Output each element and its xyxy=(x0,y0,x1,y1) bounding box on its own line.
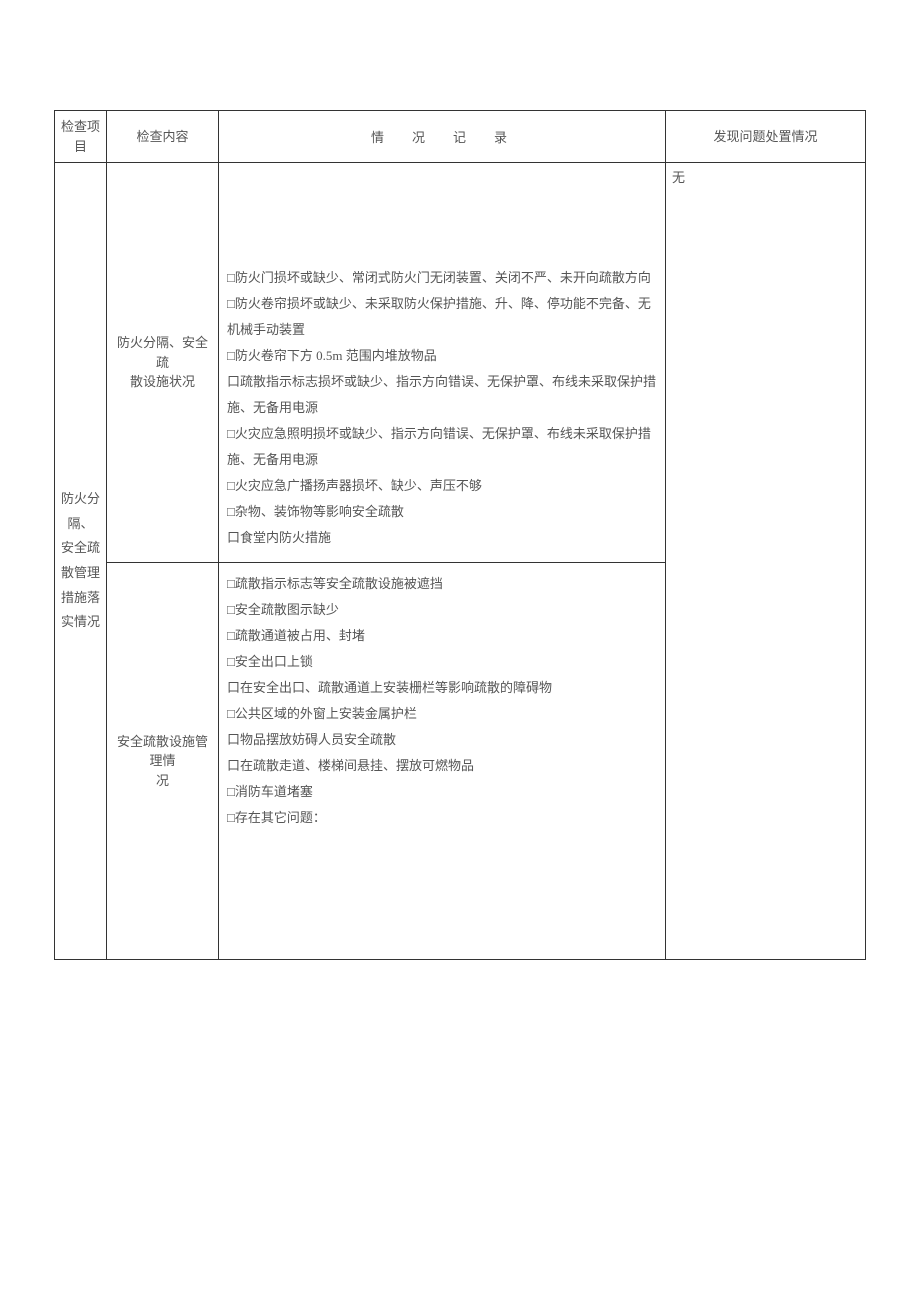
category-cell: 防火分 隔、 安全疏 散管理 措施落 实情况 xyxy=(55,163,107,960)
checklist-item: 口食堂内防火措施 xyxy=(227,525,657,551)
checklist-item: □火灾应急广播扬声器损坏、缺少、声压不够 xyxy=(227,473,657,499)
header-col2-text: 检查内容 xyxy=(136,129,188,144)
content-a-l2: 散设施状况 xyxy=(130,374,195,389)
checklist-item: □杂物、装饰物等影响安全疏散 xyxy=(227,499,657,525)
header-col1-l2: 目 xyxy=(74,139,87,154)
header-col4: 发现问题处置情况 xyxy=(666,111,866,163)
header-col3-text: 情况记录 xyxy=(371,130,535,145)
checklist-item: □疏散通道被占用、封堵 xyxy=(227,623,657,649)
category-l5: 措施落 xyxy=(61,590,100,605)
category-l3: 安全疏 xyxy=(61,540,100,555)
checklist-item: □安全疏散图示缺少 xyxy=(227,597,657,623)
checklist-item: □公共区域的外窗上安装金属护栏 xyxy=(227,701,657,727)
category-l4: 散管理 xyxy=(61,565,100,580)
header-row: 检查项 目 检查内容 情况记录 发现问题处置情况 xyxy=(55,111,866,163)
checklist-item: 口疏散指示标志损坏或缺少、指示方向错误、无保护罩、布线未采取保护措施、无备用电源 xyxy=(227,369,657,421)
checklist-item: □存在其它问题： xyxy=(227,805,657,831)
situation-b-cell: □疏散指示标志等安全疏散设施被遮挡 □安全疏散图示缺少 □疏散通道被占用、封堵 … xyxy=(219,563,666,960)
category-l1: 防火分 xyxy=(61,491,100,506)
situation-a-cell: □防火门损坏或缺少、常闭式防火门无闭装置、关闭不严、未开向疏散方向 □防火卷帘损… xyxy=(219,163,666,563)
category-l6: 实情况 xyxy=(61,614,100,629)
header-col3: 情况记录 xyxy=(219,111,666,163)
checklist-item: 口在安全出口、疏散通道上安装栅栏等影响疏散的障碍物 xyxy=(227,675,657,701)
content-b-cell: 安全疏散设施管理情 况 xyxy=(107,563,219,960)
disposition-cell: 无 xyxy=(666,163,866,960)
header-col2: 检查内容 xyxy=(107,111,219,163)
checklist-item: □防火卷帘损坏或缺少、未采取防火保护措施、升、降、停功能不完备、无机械手动装置 xyxy=(227,291,657,343)
content-b-l2: 况 xyxy=(156,773,169,788)
content-b-l1: 安全疏散设施管理情 xyxy=(117,734,208,769)
checklist-item: 口在疏散走道、楼梯间悬挂、摆放可燃物品 xyxy=(227,753,657,779)
content-a-l1: 防火分隔、安全疏 xyxy=(117,335,208,370)
spacer-top xyxy=(227,175,657,265)
category-l2: 隔、 xyxy=(67,516,93,531)
checklist-item: □火灾应急照明损坏或缺少、指示方向错误、无保护罩、布线未采取保护措施、无备用电源 xyxy=(227,421,657,473)
header-col1-l1: 检查项 xyxy=(61,119,100,134)
inspection-table: 检查项 目 检查内容 情况记录 发现问题处置情况 防火分 隔、 安全疏 散管理 … xyxy=(54,110,866,960)
checklist-item: □安全出口上锁 xyxy=(227,649,657,675)
table-row: 防火分 隔、 安全疏 散管理 措施落 实情况 防火分隔、安全疏 散设施状况 □防… xyxy=(55,163,866,563)
header-col1: 检查项 目 xyxy=(55,111,107,163)
disposition-text: 无 xyxy=(672,170,685,185)
checklist-item: 口物品摆放妨碍人员安全疏散 xyxy=(227,727,657,753)
header-col4-text: 发现问题处置情况 xyxy=(713,129,817,144)
page-container: 检查项 目 检查内容 情况记录 发现问题处置情况 防火分 隔、 安全疏 散管理 … xyxy=(0,0,920,960)
checklist-item: □防火卷帘下方 0.5m 范围内堆放物品 xyxy=(227,343,657,369)
checklist-item: □消防车道堵塞 xyxy=(227,779,657,805)
content-a-cell: 防火分隔、安全疏 散设施状况 xyxy=(107,163,219,563)
spacer-bottom xyxy=(227,831,657,951)
checklist-item: □疏散指示标志等安全疏散设施被遮挡 xyxy=(227,571,657,597)
checklist-item: □防火门损坏或缺少、常闭式防火门无闭装置、关闭不严、未开向疏散方向 xyxy=(227,265,657,291)
